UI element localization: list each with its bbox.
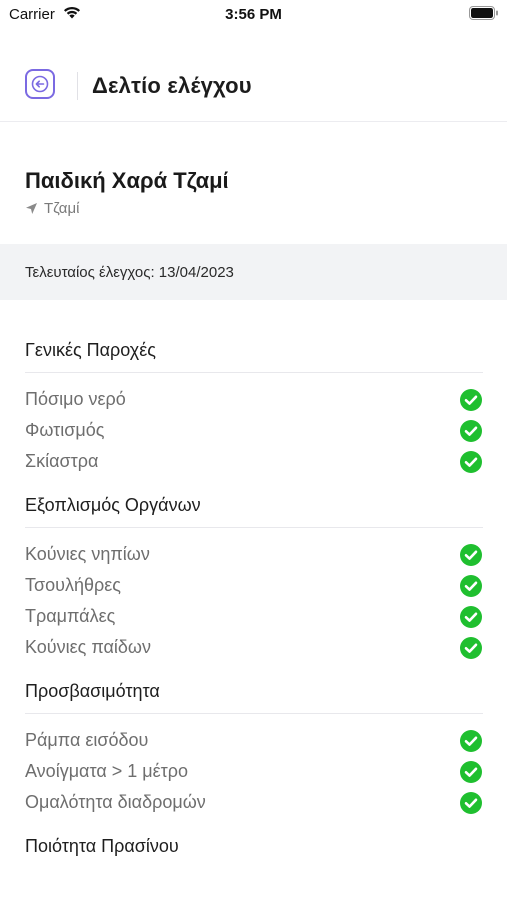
check-circle-icon (460, 419, 482, 442)
list-item: Ομαλότητα διαδρομών (25, 787, 483, 818)
list-item: Πόσιμο νερό (25, 384, 483, 415)
check-circle-icon (460, 388, 482, 411)
list-item: Κούνιες παίδων (25, 632, 483, 663)
item-label: Τσουλήθρες (25, 575, 121, 595)
last-check-text: Τελευταίος έλεγχος: 13/04/2023 (25, 264, 234, 281)
list-item: Κούνιες νηπίων (25, 539, 483, 570)
item-label: Σκίαστρα (25, 451, 99, 471)
check-circle-icon (460, 636, 482, 659)
check-circle-icon (460, 760, 482, 783)
check-circle-icon (460, 605, 482, 628)
nav-divider (77, 72, 78, 100)
status-time: 3:56 PM (225, 6, 282, 23)
list-item: Τραμπάλες (25, 601, 483, 632)
back-button[interactable] (25, 69, 55, 99)
section-divider (25, 713, 483, 714)
list-item: Φωτισμός (25, 415, 483, 446)
arrow-left-icon (31, 75, 49, 93)
check-circle-icon (460, 574, 482, 597)
item-label: Ανοίγματα > 1 μέτρο (25, 761, 189, 781)
park-name: Παιδική Χαρά Τζαμί (25, 168, 229, 193)
list-item: Ράμπα εισόδου (25, 725, 483, 756)
item-label: Κούνιες νηπίων (25, 544, 150, 564)
location-row: Τζαμί (25, 200, 79, 217)
checklist: Γενικές Παροχές Πόσιμο νερό Φωτισμός Σκί… (25, 338, 483, 874)
section-green-quality: Ποιότητα Πρασίνου (25, 834, 483, 858)
item-label: Φωτισμός (25, 420, 105, 440)
list-item: Τσουλήθρες (25, 570, 483, 601)
section-title: Γενικές Παροχές (25, 340, 156, 360)
section-divider (25, 527, 483, 528)
item-label: Πόσιμο νερό (25, 389, 126, 409)
item-label: Ράμπα εισόδου (25, 730, 149, 750)
section-title: Εξοπλισμός Οργάνων (25, 495, 201, 515)
section-title: Ποιότητα Πρασίνου (25, 836, 179, 856)
item-label: Ομαλότητα διαδρομών (25, 792, 206, 812)
header-divider (0, 121, 507, 122)
location-arrow-icon (26, 203, 37, 214)
status-bar: Carrier 3:56 PM (0, 0, 507, 30)
location-text: Τζαμί (44, 200, 80, 217)
check-circle-icon (460, 791, 482, 814)
section-title: Προσβασιμότητα (25, 681, 160, 701)
nav-header: Δελτίο ελέγχου (0, 64, 507, 110)
last-check-banner: Τελευταίος έλεγχος: 13/04/2023 (0, 244, 507, 300)
check-circle-icon (460, 450, 482, 473)
list-item: Σκίαστρα (25, 446, 483, 477)
item-label: Κούνιες παίδων (25, 637, 151, 657)
section-accessibility: Προσβασιμότητα Ράμπα εισόδου Ανοίγματα >… (25, 679, 483, 818)
section-divider (25, 372, 483, 373)
check-circle-icon (460, 729, 482, 752)
item-label: Τραμπάλες (25, 606, 116, 626)
battery-icon (469, 6, 498, 20)
list-item: Ανοίγματα > 1 μέτρο (25, 756, 483, 787)
page-title: Δελτίο ελέγχου (92, 73, 252, 98)
section-equipment: Εξοπλισμός Οργάνων Κούνιες νηπίων Τσουλή… (25, 493, 483, 663)
check-circle-icon (460, 543, 482, 566)
section-general-facilities: Γενικές Παροχές Πόσιμο νερό Φωτισμός Σκί… (25, 338, 483, 477)
